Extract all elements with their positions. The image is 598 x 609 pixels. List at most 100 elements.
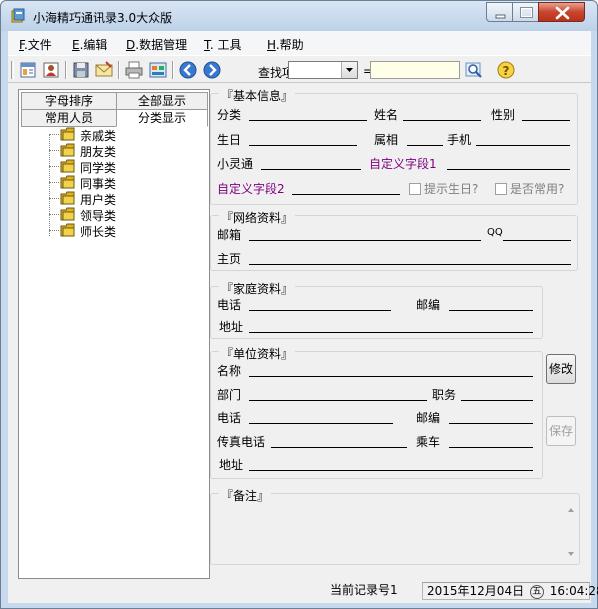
toolbar-separator — [65, 61, 67, 79]
folder-icon — [60, 175, 75, 189]
transit-label: 乘车 — [416, 435, 441, 449]
tab-alphabetical[interactable]: 字母排序 — [21, 92, 117, 110]
folder-icon — [60, 223, 75, 237]
forward-arrow-icon[interactable] — [202, 60, 222, 80]
gender-label: 性别 — [491, 108, 516, 122]
birthday-field[interactable] — [249, 145, 357, 146]
scroll-up-icon[interactable] — [564, 505, 578, 515]
tree-node-teachers[interactable]: 师长类 — [49, 222, 139, 239]
menu-data[interactable]: D.数据管理 — [126, 36, 187, 53]
checkbox-box — [409, 183, 421, 195]
tree-node-users[interactable]: 用户类 — [49, 190, 139, 207]
menu-data-accel: D — [126, 38, 136, 52]
close-icon — [555, 6, 570, 20]
title-bar[interactable]: 小海精巧通讯录3.0大众版 — [1, 1, 597, 31]
work-phone-label: 电话 — [217, 411, 242, 425]
help-question-icon[interactable]: ? — [496, 60, 516, 80]
date-text: 2015年12月04日 — [427, 584, 525, 598]
menu-file-label: .文件 — [23, 38, 52, 52]
family-phone-field[interactable] — [249, 310, 391, 311]
zodiac-field[interactable] — [407, 145, 443, 146]
qq-field[interactable] — [503, 240, 571, 241]
back-arrow-icon[interactable] — [178, 60, 198, 80]
work-name-field[interactable] — [249, 376, 533, 377]
category-field[interactable] — [249, 120, 367, 121]
is-common-checkbox[interactable]: 是否常用? — [495, 180, 564, 197]
work-address-label: 地址 — [219, 458, 244, 472]
modify-button[interactable]: 修改 — [546, 354, 576, 384]
tree-node-relatives[interactable]: 亲戚类 — [49, 126, 139, 143]
tree-branch — [49, 230, 59, 231]
custom-field-1-label: 自定义字段1 — [369, 157, 437, 171]
department-field[interactable] — [249, 400, 427, 401]
tree-branch — [49, 166, 59, 167]
tree-branch — [49, 182, 59, 183]
tree-node-classmates[interactable]: 同学类 — [49, 158, 139, 175]
family-address-field[interactable] — [249, 332, 533, 333]
tree-node-leaders[interactable]: 领导类 — [49, 206, 139, 223]
maximize-button[interactable] — [512, 2, 539, 22]
menu-help-label: .帮助 — [275, 38, 304, 52]
scroll-down-icon[interactable] — [564, 549, 578, 559]
settings-panel-icon[interactable] — [148, 60, 168, 80]
transit-field[interactable] — [449, 447, 533, 448]
folder-icon — [60, 191, 75, 205]
memo-scrollbar[interactable] — [564, 499, 578, 561]
tab-by-category[interactable]: 分类显示 — [116, 109, 208, 127]
custom-field-1[interactable] — [447, 169, 570, 170]
menu-tools[interactable]: T. 工具 — [204, 36, 242, 53]
search-icon[interactable] — [464, 60, 484, 80]
menu-help[interactable]: H.帮助 — [267, 36, 304, 53]
work-name-label: 名称 — [217, 364, 242, 378]
gender-field[interactable] — [522, 120, 570, 121]
name-field[interactable] — [403, 120, 481, 121]
pager-field[interactable] — [261, 169, 361, 170]
toolbar-grip[interactable] — [11, 61, 14, 79]
family-phone-label: 电话 — [217, 298, 242, 312]
memo-area[interactable]: 『备注』 — [210, 487, 580, 565]
family-info-title: 『家庭资料』 — [219, 280, 296, 297]
work-zip-field[interactable] — [449, 423, 533, 424]
new-card-icon[interactable] — [18, 60, 38, 80]
work-address-field[interactable] — [249, 470, 533, 471]
toolbar-separator — [118, 61, 120, 79]
homepage-field[interactable] — [249, 264, 571, 265]
folder-icon — [60, 143, 75, 157]
tree-branch — [49, 214, 59, 215]
chevron-down-icon — [346, 68, 353, 72]
tree-node-friends[interactable]: 朋友类 — [49, 142, 139, 159]
checkbox-box — [495, 183, 507, 195]
mobile-field[interactable] — [476, 145, 570, 146]
custom-field-2-label: 自定义字段2 — [217, 182, 285, 196]
time-text: 16:04:28 — [549, 584, 598, 598]
tree-node-colleagues[interactable]: 同事类 — [49, 174, 139, 191]
position-field[interactable] — [461, 400, 533, 401]
remind-birthday-checkbox[interactable]: 提示生日? — [409, 180, 478, 197]
folder-icon — [60, 127, 75, 141]
status-bar: 当前记录号1 2015年12月04日 五 16:04:28 — [8, 579, 598, 603]
contact-card-icon[interactable] — [41, 60, 61, 80]
family-zip-field[interactable] — [449, 310, 533, 311]
print-icon[interactable] — [124, 60, 144, 80]
fax-label: 传真电话 — [217, 435, 266, 449]
email-field[interactable] — [249, 240, 481, 241]
close-button[interactable] — [538, 2, 585, 22]
menu-edit[interactable]: E.编辑 — [72, 36, 107, 53]
dropdown-button[interactable] — [341, 62, 357, 78]
tab-show-all[interactable]: 全部显示 — [116, 92, 208, 110]
save-disk-icon[interactable] — [71, 60, 91, 80]
datetime-display: 2015年12月04日 五 16:04:28 — [422, 582, 598, 600]
custom-field-2[interactable] — [292, 194, 400, 195]
fax-field[interactable] — [271, 447, 407, 448]
save-button[interactable]: 保存 — [546, 416, 576, 446]
menu-file[interactable]: F.文件 — [19, 36, 52, 53]
search-input[interactable] — [370, 61, 460, 79]
work-info-title: 『单位资料』 — [219, 345, 296, 362]
email-envelope-icon[interactable] — [94, 60, 114, 80]
minimize-button[interactable] — [486, 2, 513, 22]
search-field-select[interactable] — [288, 61, 358, 79]
window-title: 小海精巧通讯录3.0大众版 — [33, 11, 173, 25]
weekday-text: 五 — [529, 585, 544, 599]
work-phone-field[interactable] — [249, 423, 393, 424]
tab-frequent[interactable]: 常用人员 — [21, 109, 117, 127]
